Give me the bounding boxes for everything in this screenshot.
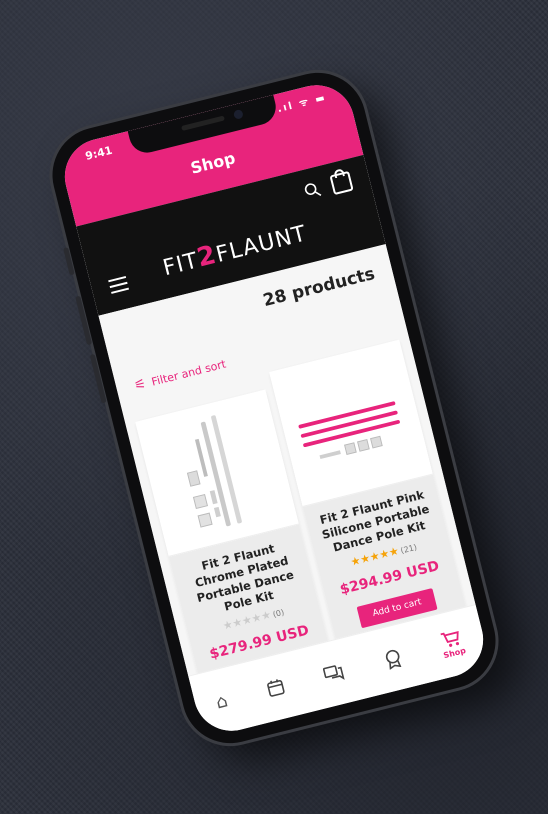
status-icons: .ıl ᯤ ▬ (276, 92, 328, 116)
product-listing: 28 products ⚟ Filter and sort Fit 2 Flau… (98, 244, 479, 726)
rating-count: (0) (271, 607, 286, 620)
phone-device: 9:41 .ıl ᯤ ▬ Shop FIT2FLAUNT 28 products… (42, 62, 506, 754)
nav-shop[interactable]: Shop (438, 628, 467, 660)
volume-down-button (89, 353, 107, 404)
filter-icon: ⚟ (132, 376, 148, 394)
home-icon: ⌂ (213, 689, 230, 713)
speaker (181, 115, 225, 131)
nav-messages[interactable] (322, 662, 346, 684)
search-icon[interactable] (303, 181, 324, 205)
mute-switch (63, 247, 75, 276)
cart-icon[interactable] (329, 170, 354, 196)
badge-icon (385, 649, 402, 671)
chat-icon (323, 665, 346, 680)
status-time: 9:41 (84, 143, 114, 163)
volume-up-button (75, 295, 93, 346)
nav-calendar[interactable] (265, 677, 287, 699)
calendar-icon (267, 679, 285, 697)
logo-text-left: FIT (160, 248, 202, 282)
filter-label: Filter and sort (150, 357, 228, 389)
logo-text-right: FLAUNT (213, 221, 310, 268)
phone-screen: 9:41 .ıl ᯤ ▬ Shop FIT2FLAUNT 28 products… (56, 77, 492, 739)
nav-home[interactable]: ⌂ (214, 690, 230, 713)
nav-rewards[interactable] (382, 647, 404, 671)
product-count: 28 products (261, 263, 377, 312)
camera (232, 108, 244, 120)
rating-count: (21) (399, 542, 418, 556)
